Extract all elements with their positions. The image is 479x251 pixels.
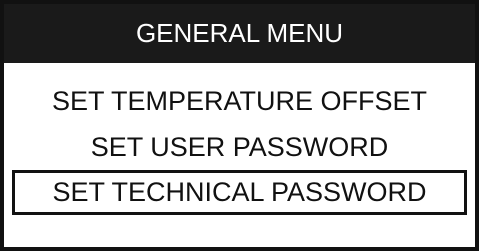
menu-item-set-user-password[interactable]: SET USER PASSWORD xyxy=(4,128,475,166)
menu-item-label: SET TEMPERATURE OFFSET xyxy=(51,85,428,116)
menu-item-set-technical-password-selected[interactable]: SET TECHNICAL PASSWORD xyxy=(12,170,467,215)
menu-item-set-temperature-offset[interactable]: SET TEMPERATURE OFFSET xyxy=(4,82,475,120)
lcd-screen: GENERAL MENU SET TEMPERATURE OFFSET SET … xyxy=(0,0,479,251)
menu-title: GENERAL MENU xyxy=(4,4,475,63)
menu-item-label: SET USER PASSWORD xyxy=(90,131,389,162)
menu-item-label: SET TECHNICAL PASSWORD xyxy=(52,177,427,207)
